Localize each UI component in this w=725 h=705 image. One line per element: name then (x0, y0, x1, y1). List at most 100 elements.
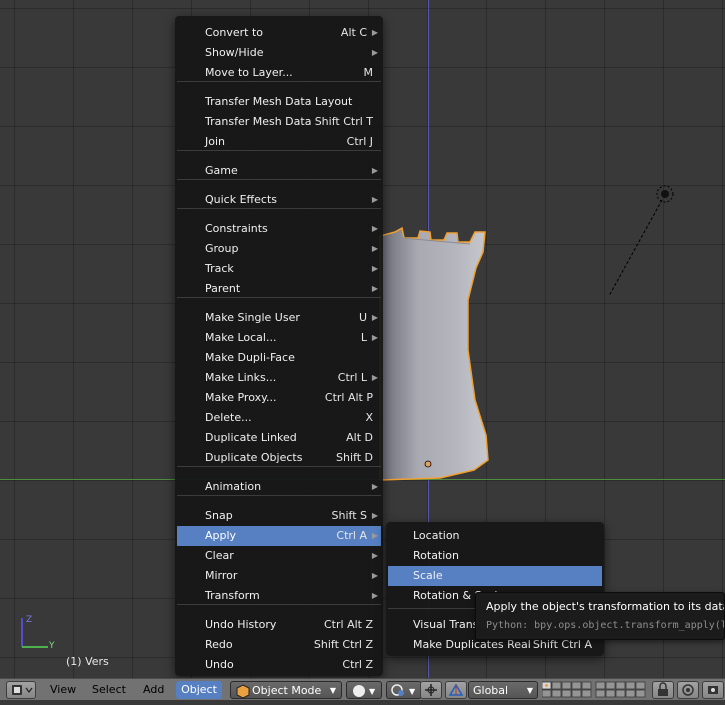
menu-item-shortcut: Ctrl J (346, 135, 373, 148)
menu-item-group[interactable]: Group ▶ (177, 239, 381, 259)
mode-label: Object Mode (252, 684, 322, 697)
menu-item-mirror[interactable]: Mirror ▶ (177, 566, 381, 586)
menu-item-snap[interactable]: Snap Shift S ▶ (177, 506, 381, 526)
menu-item-shortcut: Shift D (336, 451, 373, 464)
menu-item-label: Duplicate Linked (205, 431, 297, 444)
menu-item-label: Mirror (205, 569, 238, 582)
menu-separator (177, 495, 381, 496)
menu-item-label: Join (205, 135, 226, 148)
menu-item-label: Move to Layer... (205, 66, 293, 79)
proportional-edit-button[interactable] (677, 681, 699, 699)
menu-item-transfer-mesh-data[interactable]: Transfer Mesh Data Shift Ctrl T (177, 112, 381, 132)
transform-orientation-dropdown[interactable]: Global ▼ (468, 681, 538, 699)
menu-item-join[interactable]: Join Ctrl J (177, 132, 381, 152)
menu-item-shortcut: L (360, 331, 367, 344)
menu-item-label: Quick Effects (205, 193, 277, 206)
lock-layers-button[interactable] (652, 681, 674, 699)
layer-grid (541, 681, 646, 698)
menu-item-label: Make Single User (205, 311, 300, 324)
submenu-arrow-icon: ▶ (371, 284, 378, 293)
object-origin (424, 460, 432, 468)
header-menu-select[interactable]: Select (88, 681, 130, 699)
menu-item-game[interactable]: Game ▶ (177, 161, 381, 181)
manipulator-icon (425, 684, 437, 696)
menu-item-label: Parent (205, 282, 241, 295)
menu-item-shortcut: Alt C (340, 26, 367, 39)
menu-item-label: Apply (205, 529, 237, 542)
menu-item-make-proxy[interactable]: Make Proxy... Ctrl Alt P (177, 388, 381, 408)
menu-item-constraints[interactable]: Constraints ▶ (177, 219, 381, 239)
apply-item-location[interactable]: Location (388, 526, 602, 546)
submenu-arrow-icon: ▶ (371, 195, 378, 204)
submenu-arrow-icon: ▶ (371, 571, 378, 580)
menu-item-transfer-mesh-data-layout[interactable]: Transfer Mesh Data Layout (177, 92, 381, 112)
submenu-arrow-icon: ▶ (371, 244, 378, 253)
menu-item-label: Delete... (205, 411, 252, 424)
menu-separator (177, 466, 381, 467)
menu-item-parent[interactable]: Parent ▶ (177, 279, 381, 299)
pivot-point-icon: ▼ (391, 684, 416, 696)
submenu-arrow-icon: ▶ (371, 591, 378, 600)
menu-item-show-hide[interactable]: Show/Hide ▶ (177, 43, 381, 63)
render-button[interactable] (702, 681, 724, 699)
menu-item-track[interactable]: Track ▶ (177, 259, 381, 279)
menu-item-label: Convert to (205, 26, 264, 39)
submenu-arrow-icon: ▶ (371, 373, 378, 382)
svg-text:Y: Y (48, 641, 55, 650)
tooltip: Apply the object's transformation to its… (475, 592, 725, 640)
header-menu-view[interactable]: View (46, 681, 80, 699)
submenu-arrow-icon: ▶ (371, 264, 378, 273)
menu-item-label: Show/Hide (205, 46, 264, 59)
menu-item-duplicate-linked[interactable]: Duplicate Linked Alt D (177, 428, 381, 448)
pivot-point-dropdown[interactable]: ▼ (386, 681, 422, 699)
menu-item-label: Undo History (205, 618, 277, 631)
viewport-shading-icon: ▼ (353, 685, 376, 697)
translate-arrows-icon (448, 683, 464, 696)
submenu-arrow-icon: ▶ (371, 313, 378, 322)
menu-item-make-single-user[interactable]: Make Single User U ▶ (177, 308, 381, 328)
submenu-arrow-icon: ▶ (371, 482, 378, 491)
menu-item-shortcut: Shift Ctrl T (314, 115, 373, 128)
lock-icon (658, 682, 668, 696)
menu-item-animation[interactable]: Animation ▶ (177, 477, 381, 497)
menu-item-shortcut: Ctrl Z (342, 658, 373, 671)
submenu-arrow-icon: ▶ (371, 551, 378, 560)
menu-item-label: Game (205, 164, 238, 177)
header-menu-object[interactable]: Object (176, 681, 222, 699)
menu-item-transform[interactable]: Transform ▶ (177, 586, 381, 606)
menu-item-label: Undo (205, 658, 234, 671)
menu-item-undo-history[interactable]: Undo History Ctrl Alt Z (177, 615, 381, 635)
menu-item-redo[interactable]: Redo Shift Ctrl Z (177, 635, 381, 655)
render-icon (708, 686, 718, 694)
menu-item-convert-to[interactable]: Convert to Alt C ▶ (177, 23, 381, 43)
menu-item-label: Constraints (205, 222, 268, 235)
menu-item-duplicate-objects[interactable]: Duplicate Objects Shift D (177, 448, 381, 468)
apply-item-scale[interactable]: Scale (388, 566, 602, 586)
tooltip-python: Python: bpy.ops.object.transform_apply(l (486, 620, 725, 631)
mode-dropdown[interactable]: Object Mode ▼ (230, 681, 342, 699)
layer-buttons[interactable] (541, 681, 646, 699)
menu-item-shortcut: Ctrl L (337, 371, 367, 384)
viewport-shading-dropdown[interactable]: ▼ (346, 681, 382, 699)
menu-item-apply[interactable]: Apply Ctrl A ▶ (177, 526, 381, 546)
menu-item-move-to-layer[interactable]: Move to Layer... M (177, 63, 381, 83)
menu-item-shortcut: Shift Ctrl Z (313, 638, 373, 651)
manipulator-toggle[interactable] (420, 681, 442, 699)
menu-item-label: Location (413, 529, 460, 542)
menu-item-label: Clear (205, 549, 234, 562)
3d-view-header: View Select Add Object Object Mode ▼ ▼ ▼… (0, 678, 725, 700)
menu-item-make-local[interactable]: Make Local... L ▶ (177, 328, 381, 348)
menu-item-quick-effects[interactable]: Quick Effects ▶ (177, 190, 381, 210)
header-menu-add[interactable]: Add (139, 681, 168, 699)
menu-item-clear[interactable]: Clear ▶ (177, 546, 381, 566)
menu-item-undo[interactable]: Undo Ctrl Z (177, 655, 381, 675)
menu-item-label: Group (205, 242, 239, 255)
menu-item-make-links[interactable]: Make Links... Ctrl L ▶ (177, 368, 381, 388)
menu-item-shortcut: X (365, 411, 373, 424)
menu-item-delete[interactable]: Delete... X (177, 408, 381, 428)
menu-item-make-dupli-face[interactable]: Make Dupli-Face (177, 348, 381, 368)
editor-type-button[interactable] (6, 681, 36, 699)
selected-object (379, 226, 489, 481)
translate-manipulator-button[interactable] (445, 681, 467, 699)
apply-item-rotation[interactable]: Rotation (388, 546, 602, 566)
